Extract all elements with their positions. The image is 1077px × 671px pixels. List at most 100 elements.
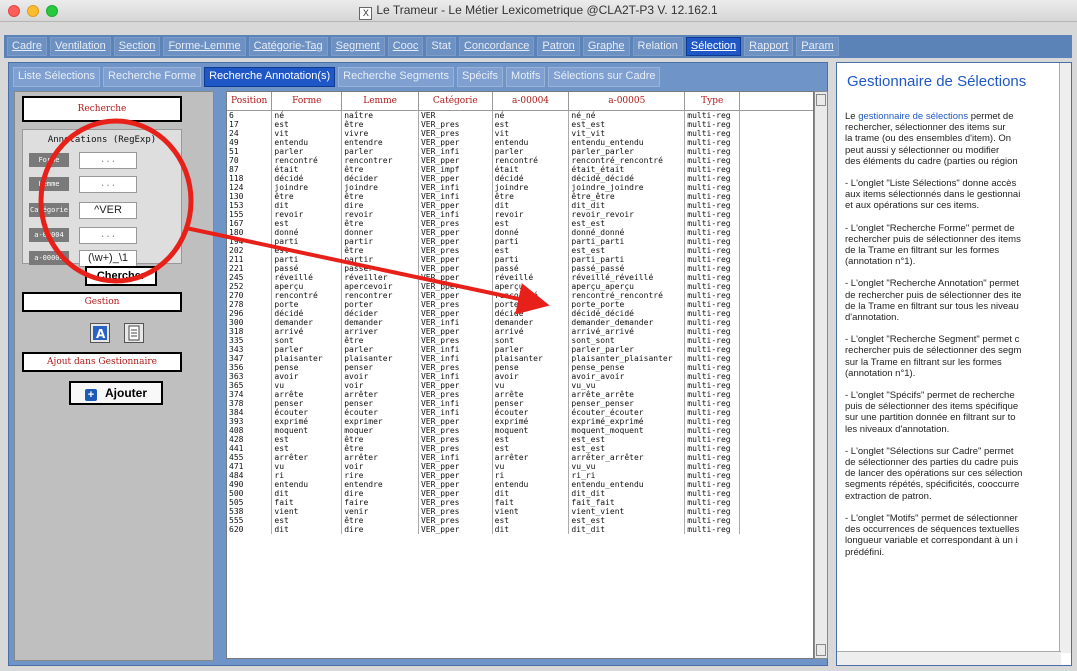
- table-row[interactable]: 441 est être VER_pres est est_est multi-reg: [227, 443, 813, 453]
- tab-cat-gorie-tag[interactable]: Catégorie-Tag: [248, 37, 328, 56]
- table-row[interactable]: 6 né naître VER né né_né multi-reg: [227, 110, 813, 120]
- tab-patron[interactable]: Patron: [537, 37, 580, 56]
- table-cell: VER_pres: [418, 245, 493, 255]
- table-cell: multi-reg: [684, 416, 741, 426]
- filter-input-forme[interactable]: ...: [79, 152, 137, 169]
- filter-input-a-00005[interactable]: (\w+)_\1: [79, 250, 137, 267]
- table-row[interactable]: 252 aperçu apercevoir VER_pper aperçu aperçu_…: [227, 281, 813, 291]
- table-row[interactable]: 49 entendu entendre VER_pper entendu entendu_…: [227, 137, 813, 147]
- filter-input-cat-gorie[interactable]: ^VER: [79, 202, 137, 219]
- table-row[interactable]: 24 vit vivre VER_pres vit vit_vit multi-reg: [227, 128, 813, 138]
- help-vertical-scrollbar[interactable]: [1059, 63, 1071, 653]
- table-cell: VER_pper: [418, 272, 493, 282]
- tab-param[interactable]: Param: [796, 37, 839, 56]
- table-cell: 490: [227, 479, 273, 489]
- subtab-recherche-forme[interactable]: Recherche Forme: [103, 67, 202, 87]
- table-row[interactable]: 124 joindre joindre VER_infi joindre joindre_…: [227, 182, 813, 192]
- table-row[interactable]: 374 arrête arrêter VER_pres arrête arrête_arr…: [227, 389, 813, 399]
- filter-input-a-00004[interactable]: ...: [79, 227, 137, 244]
- table-row[interactable]: 278 porte porter VER_pres porte porte_porte mu…: [227, 299, 813, 309]
- table-row[interactable]: 356 pense penser VER_pres pense pense_pense mu…: [227, 362, 813, 372]
- help-text-span: puis de sélectionner des items spécifiqu…: [845, 401, 1019, 413]
- table-row[interactable]: 180 donné donner VER_pper donné donné_donné mu…: [227, 227, 813, 237]
- table-row[interactable]: 378 penser penser VER_infi penser penser_pens…: [227, 398, 813, 408]
- tab-cooc[interactable]: Cooc: [387, 37, 424, 56]
- table-row[interactable]: 211 parti partir VER_pper parti parti_parti mu…: [227, 254, 813, 264]
- table-row[interactable]: 484 ri rire VER_pper ri ri_ri multi-reg: [227, 470, 813, 480]
- column-header[interactable]: a-00005: [568, 92, 686, 111]
- column-header[interactable]: a-00004: [492, 92, 570, 111]
- table-row[interactable]: 500 dit dire VER_pper dit dit_dit multi-reg: [227, 488, 813, 498]
- table-row[interactable]: 318 arrivé arriver VER_pper arrivé arrivé_arr…: [227, 326, 813, 336]
- help-highlight: gestionnaire de sélections: [858, 111, 969, 122]
- document-icon-button[interactable]: [124, 323, 144, 343]
- table-row[interactable]: 87 était être VER_impf était était_était multi…: [227, 164, 813, 174]
- table-row[interactable]: 393 exprimé exprimer VER_pper exprimé exprimé…: [227, 416, 813, 426]
- column-header[interactable]: Position: [227, 92, 273, 111]
- tab-graphe[interactable]: Graphe: [582, 37, 630, 56]
- subtab-motifs[interactable]: Motifs: [506, 67, 546, 87]
- tab-cadre[interactable]: Cadre: [7, 37, 47, 56]
- table-row[interactable]: 70 rencontré rencontrer VER_pper rencontré re…: [227, 155, 813, 165]
- tab-section[interactable]: Section: [113, 37, 161, 56]
- table-row[interactable]: 221 passé passer VER_pper passé passé_passé mu…: [227, 263, 813, 273]
- table-row[interactable]: 505 fait faire VER_pres fait fait_fait multi-r…: [227, 497, 813, 507]
- add-button[interactable]: + Ajouter: [69, 381, 163, 405]
- subtab-recherche-annotation-s-[interactable]: Recherche Annotation(s): [204, 67, 336, 87]
- scroll-down-arrow-icon[interactable]: [816, 644, 826, 656]
- tab-stat[interactable]: Stat: [426, 37, 456, 56]
- tab-rapport[interactable]: Rapport: [744, 37, 794, 56]
- table-row[interactable]: 153 dit dire VER_pper dit dit_dit multi-reg: [227, 200, 813, 210]
- font-icon-button[interactable]: A: [90, 323, 110, 343]
- subtab-recherche-segments[interactable]: Recherche Segments: [338, 67, 454, 87]
- table-row[interactable]: 51 parler parler VER_infi parler parler_parle…: [227, 146, 813, 156]
- tab-relation[interactable]: Relation: [632, 37, 683, 56]
- table-row[interactable]: 270 rencontré rencontrer VER_pper rencontré r…: [227, 290, 813, 300]
- column-header[interactable]: Type: [684, 92, 741, 111]
- table-row[interactable]: 343 parler parler VER_infi parler parler_parl…: [227, 344, 813, 354]
- table-cell: 51: [227, 146, 273, 156]
- column-header[interactable]: Lemme: [341, 92, 419, 111]
- table-cell: moquer: [341, 425, 419, 435]
- table-row[interactable]: 202 est être VER_pres est est_est multi-reg: [227, 245, 813, 255]
- tab-forme-lemme[interactable]: Forme-Lemme: [163, 37, 246, 56]
- column-header[interactable]: Forme: [271, 92, 343, 111]
- subtab-sp-cifs[interactable]: Spécifs: [456, 67, 504, 87]
- column-header[interactable]: Catégorie: [418, 92, 493, 111]
- tab-s-lection[interactable]: Sélection: [685, 37, 742, 56]
- table-scrollbar[interactable]: [814, 91, 828, 659]
- table-row[interactable]: 365 vu voir VER_pper vu vu_vu multi-reg: [227, 380, 813, 390]
- subtab-liste-s-lections[interactable]: Liste Sélections: [13, 67, 101, 87]
- table-row[interactable]: 167 est être VER_pres est est_est multi-reg: [227, 218, 813, 228]
- table-row[interactable]: 538 vient venir VER_pres vient vient_vient mul…: [227, 506, 813, 516]
- scroll-up-arrow-icon[interactable]: [816, 94, 826, 106]
- table-row[interactable]: 118 décidé décider VER_pper décidé décidé_déc…: [227, 173, 813, 183]
- tab-segment[interactable]: Segment: [330, 37, 385, 56]
- subtab-s-lections-sur-cadre[interactable]: Sélections sur Cadre: [548, 67, 661, 87]
- table-row[interactable]: 17 est être VER_pres est est_est multi-reg: [227, 119, 813, 129]
- table-row[interactable]: 245 réveillé réveiller VER_pper réveillé réve…: [227, 272, 813, 282]
- table-row[interactable]: 408 moquent moquer VER_pres moquent moquent_m…: [227, 425, 813, 435]
- table-row[interactable]: 555 est être VER_pres est est_est multi-reg: [227, 515, 813, 525]
- table-row[interactable]: 347 plaisanter plaisanter VER_infi plaisante…: [227, 353, 813, 363]
- tab-ventilation[interactable]: Ventilation: [49, 37, 111, 56]
- table-row[interactable]: 428 est être VER_pres est est_est multi-reg: [227, 434, 813, 444]
- table-row[interactable]: 296 décidé décider VER_pper décidé décidé_déc…: [227, 308, 813, 318]
- help-horizontal-scrollbar[interactable]: [837, 651, 1061, 665]
- table-row[interactable]: 490 entendu entendre VER_pper entendu entendu…: [227, 479, 813, 489]
- search-button[interactable]: Chercher: [85, 266, 157, 286]
- table-row[interactable]: 335 sont être VER_pres sont sont_sont multi-re…: [227, 335, 813, 345]
- table-row[interactable]: 155 revoir revoir VER_infi revoir revoir_revo…: [227, 209, 813, 219]
- filter-input-lemme[interactable]: ...: [79, 176, 137, 193]
- table-row[interactable]: 194 parti partir VER_pper parti parti_parti mu…: [227, 236, 813, 246]
- table-row[interactable]: 300 demander demander VER_infi demander deman…: [227, 317, 813, 327]
- table-row[interactable]: 384 écouter écouter VER_infi écouter écouter_…: [227, 407, 813, 417]
- table-row[interactable]: 130 être être VER_infi être être_être multi-re…: [227, 191, 813, 201]
- tab-concordance[interactable]: Concordance: [458, 37, 535, 56]
- table-row[interactable]: 455 arrêter arrêter VER_infi arrêter arrêter_…: [227, 452, 813, 462]
- table-row[interactable]: 620 dit dire VER_pper dit dit_dit multi-reg: [227, 524, 813, 534]
- table-cell: joindre_joindre: [568, 182, 686, 192]
- table-row[interactable]: 363 avoir avoir VER_infi avoir avoir_avoir mul…: [227, 371, 813, 381]
- table-row[interactable]: 471 vu voir VER_pper vu vu_vu multi-reg: [227, 461, 813, 471]
- table-cell: être: [341, 218, 419, 228]
